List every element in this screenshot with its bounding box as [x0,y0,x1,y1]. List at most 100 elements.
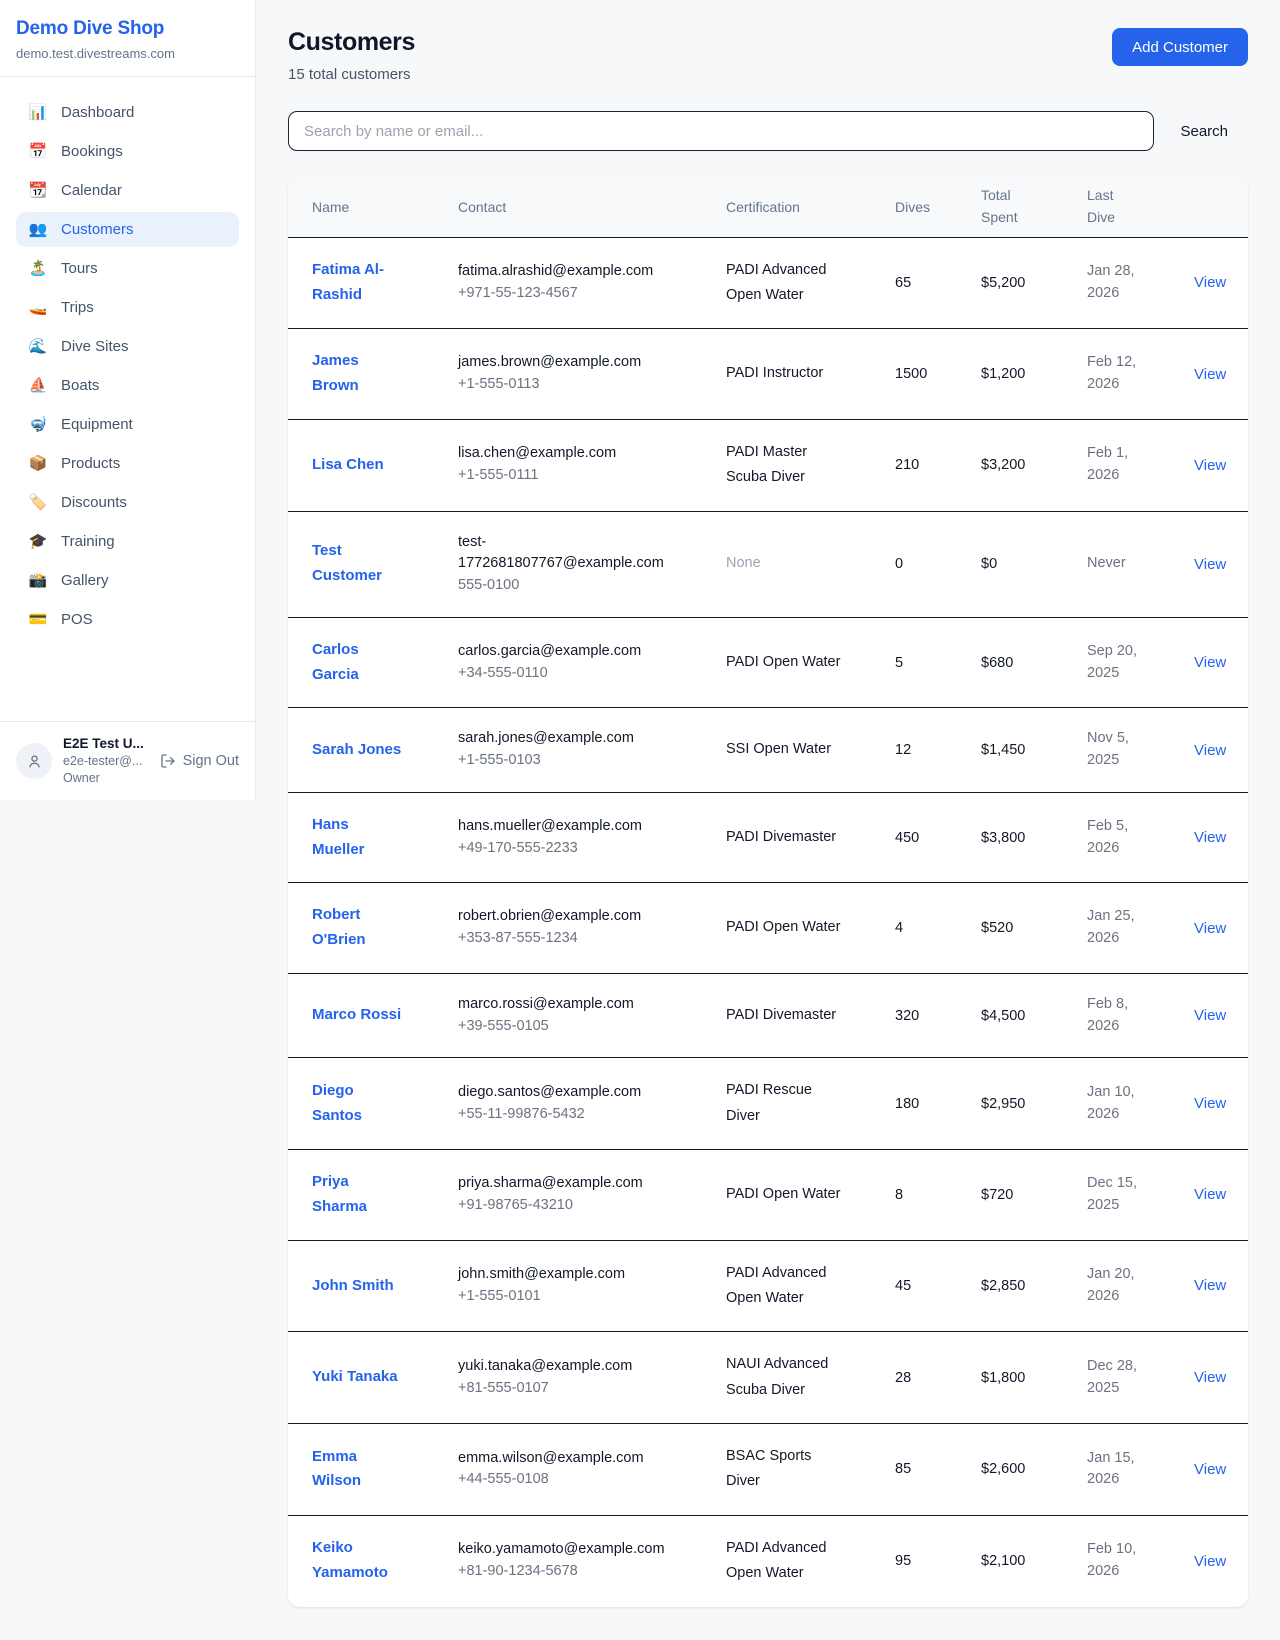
view-link[interactable]: View [1194,920,1226,937]
customer-last-dive: Nov 5, 2025 [1087,708,1194,793]
customer-email: priya.sharma@example.com [458,1173,658,1195]
sidebar-item-boats[interactable]: ⛵ Boats [16,368,239,403]
sidebar-item-bookings[interactable]: 📅 Bookings [16,134,239,169]
table-row: Carlos Garcia carlos.garcia@example.com … [288,617,1248,708]
customer-name-link[interactable]: Keiko Yamamoto [312,1539,388,1581]
gallery-icon: 📸 [28,573,48,588]
table-row: Keiko Yamamoto keiko.yamamoto@example.co… [288,1515,1248,1606]
dashboard-icon: 📊 [28,105,48,120]
view-link[interactable]: View [1194,829,1226,846]
customer-phone: 555-0100 [458,575,658,597]
view-link[interactable]: View [1194,556,1226,573]
table-body: Fatima Al-Rashid fatima.alrashid@example… [288,237,1248,1607]
sidebar-item-dive-sites[interactable]: 🌊 Dive Sites [16,329,239,364]
customer-last-dive: Sep 20, 2025 [1087,617,1194,708]
customer-dives: 320 [895,973,981,1058]
sidebar-item-dashboard[interactable]: 📊 Dashboard [16,95,239,130]
sign-out-button[interactable]: Sign Out [160,753,239,769]
table-row: Fatima Al-Rashid fatima.alrashid@example… [288,237,1248,329]
view-link[interactable]: View [1194,742,1226,759]
customer-phone: +1-555-0111 [458,465,658,487]
shop-title[interactable]: Demo Dive Shop [16,18,239,40]
customer-name-link[interactable]: James Brown [312,352,359,394]
view-link[interactable]: View [1194,1553,1226,1570]
sidebar-item-label: Customers [61,221,134,238]
sidebar-item-training[interactable]: 🎓 Training [16,524,239,559]
table-row: James Brown james.brown@example.com +1-5… [288,329,1248,420]
equipment-icon: 🤿 [28,417,48,432]
table-row: Hans Mueller hans.mueller@example.com +4… [288,792,1248,883]
customer-total-spent: $1,200 [981,329,1087,420]
view-link[interactable]: View [1194,1007,1226,1024]
sidebar-item-calendar[interactable]: 📆 Calendar [16,173,239,208]
sidebar-item-pos[interactable]: 💳 POS [16,602,239,637]
table-header-row: Name Contact Certification Dives Total S… [288,177,1248,237]
sidebar-item-products[interactable]: 📦 Products [16,446,239,481]
sidebar-item-equipment[interactable]: 🤿 Equipment [16,407,239,442]
customer-name-link[interactable]: Test Customer [312,542,382,584]
customer-last-dive: Never [1087,511,1194,617]
customer-total-spent: $520 [981,883,1087,974]
view-link[interactable]: View [1194,1186,1226,1203]
view-link[interactable]: View [1194,1369,1226,1386]
customer-phone: +34-555-0110 [458,663,658,685]
customer-email: keiko.yamamoto@example.com [458,1539,658,1561]
customer-phone: +81-90-1234-5678 [458,1561,658,1583]
customer-certification: PADI Advanced Open Water [726,1240,895,1332]
customer-email: marco.rossi@example.com [458,994,658,1016]
customer-phone: +353-87-555-1234 [458,928,658,950]
sidebar-item-label: Discounts [61,494,127,511]
user-meta: E2E Test U... e2e-tester@... Owner [63,735,149,787]
view-link[interactable]: View [1194,1095,1226,1112]
view-link[interactable]: View [1194,1277,1226,1294]
sidebar-item-trips[interactable]: 🚤 Trips [16,290,239,325]
sidebar-item-tours[interactable]: 🏝️ Tours [16,251,239,286]
view-link[interactable]: View [1194,654,1226,671]
search-button[interactable]: Search [1154,123,1228,140]
view-link[interactable]: View [1194,366,1226,383]
customer-name-link[interactable]: Lisa Chen [312,456,384,473]
customer-dives: 450 [895,792,981,883]
customer-count: 15 total customers [288,66,415,83]
customer-phone: +49-170-555-2233 [458,838,658,860]
sidebar-item-customers[interactable]: 👥 Customers [16,212,239,247]
customer-total-spent: $5,200 [981,237,1087,329]
view-link[interactable]: View [1194,1461,1226,1478]
customer-total-spent: $680 [981,617,1087,708]
view-link[interactable]: View [1194,274,1226,291]
customer-name-link[interactable]: Hans Mueller [312,816,365,858]
customer-name-link[interactable]: Priya Sharma [312,1173,367,1215]
column-header-contact: Contact [458,177,726,237]
customer-name-link[interactable]: Emma Wilson [312,1448,361,1490]
sidebar-item-gallery[interactable]: 📸 Gallery [16,563,239,598]
customer-last-dive: Feb 12, 2026 [1087,329,1194,420]
sidebar-item-discounts[interactable]: 🏷️ Discounts [16,485,239,520]
customer-phone: +1-555-0113 [458,374,658,396]
customer-name-link[interactable]: Yuki Tanaka [312,1368,398,1385]
table-row: Emma Wilson emma.wilson@example.com +44-… [288,1424,1248,1516]
customer-email: lisa.chen@example.com [458,443,658,465]
customer-name-link[interactable]: Carlos Garcia [312,641,359,683]
customer-last-dive: Feb 10, 2026 [1087,1515,1194,1606]
view-link[interactable]: View [1194,457,1226,474]
customer-name-link[interactable]: Diego Santos [312,1082,362,1124]
customer-name-link[interactable]: Marco Rossi [312,1006,401,1023]
customer-dives: 0 [895,511,981,617]
customer-last-dive: Jan 28, 2026 [1087,237,1194,329]
customer-email: hans.mueller@example.com [458,816,658,838]
search-input[interactable] [288,111,1154,151]
customer-total-spent: $3,800 [981,792,1087,883]
customer-name-link[interactable]: John Smith [312,1277,394,1294]
column-header-name: Name [288,177,458,237]
column-header-actions [1194,177,1248,237]
customer-total-spent: $4,500 [981,973,1087,1058]
customer-name-link[interactable]: Robert O'Brien [312,906,366,948]
customer-total-spent: $0 [981,511,1087,617]
customer-phone: +971-55-123-4567 [458,283,658,305]
customer-name-link[interactable]: Fatima Al-Rashid [312,261,384,303]
customer-dives: 95 [895,1515,981,1606]
calendar-icon: 📆 [28,183,48,198]
customer-name-link[interactable]: Sarah Jones [312,741,401,758]
add-customer-button[interactable]: Add Customer [1112,28,1248,66]
logout-icon [160,753,176,769]
